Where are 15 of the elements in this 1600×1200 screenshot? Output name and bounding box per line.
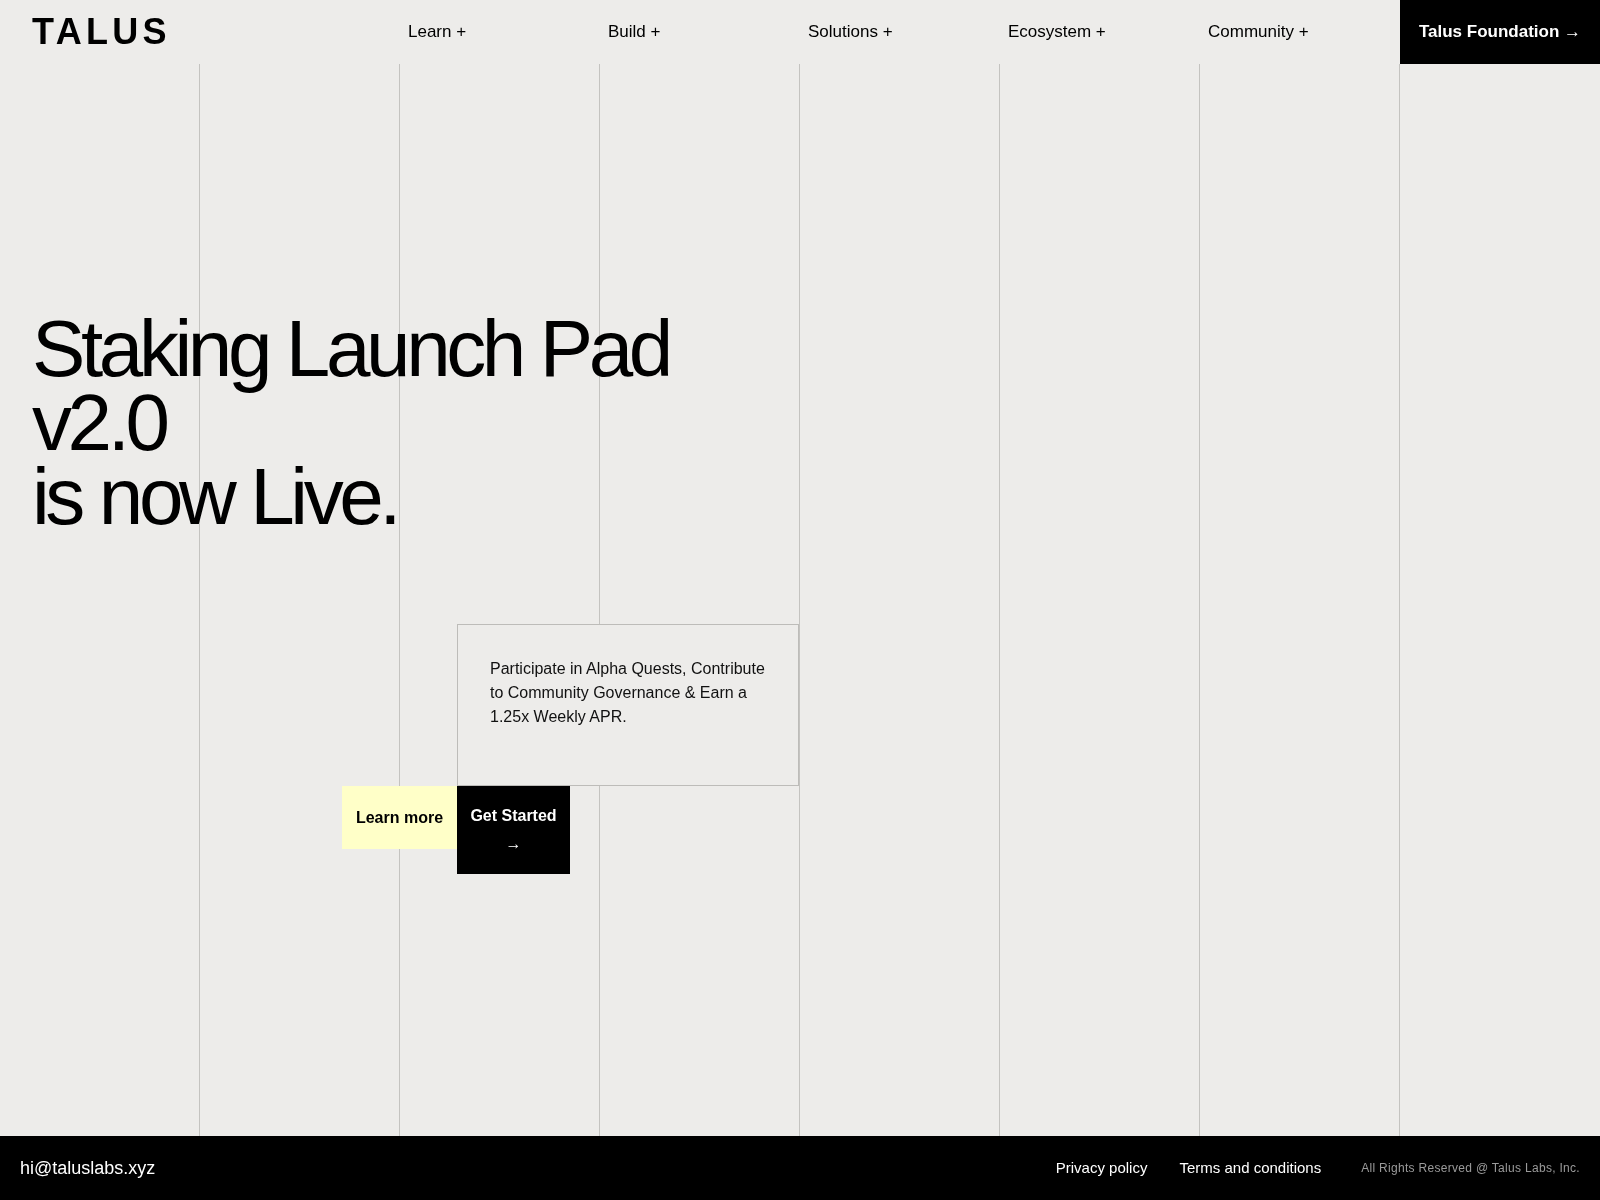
nav-link[interactable]: Ecosystem + xyxy=(1008,22,1106,42)
copyright-text: All Rights Reserved @ Talus Labs, Inc. xyxy=(1361,1160,1580,1177)
get-started-button[interactable]: Get Started → xyxy=(457,786,570,874)
email-link[interactable]: hi@taluslabs.xyz xyxy=(20,1154,156,1182)
footer-link[interactable]: Privacy policy xyxy=(1055,1156,1148,1180)
hero-title: Staking Launch Pad v2.0 is now Live. xyxy=(32,312,669,534)
foundation-button[interactable]: Talus Foundation → xyxy=(1400,0,1600,64)
nav-link[interactable]: Community + xyxy=(1208,22,1309,42)
description-text: Participate in Alpha Quests, Contribute to Community Governance & Earn a 1.25x Weekly APR. xyxy=(490,659,766,727)
logo[interactable]: TALUS xyxy=(32,10,171,52)
nav-link[interactable]: Solutions + xyxy=(808,22,893,42)
learn-more-button[interactable]: Learn more xyxy=(342,786,457,849)
nav-link[interactable]: Learn + xyxy=(408,22,467,42)
footer-link[interactable]: Terms and conditions xyxy=(1179,1156,1322,1180)
nav-link[interactable]: Build + xyxy=(608,22,661,42)
